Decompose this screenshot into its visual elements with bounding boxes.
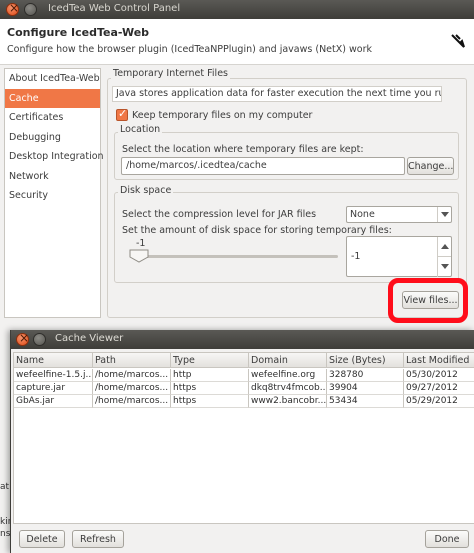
- cell-type: https: [171, 382, 249, 395]
- cache-viewer-titlebar[interactable]: Cache Viewer: [11, 330, 474, 349]
- column-header-name[interactable]: Name: [14, 353, 93, 367]
- cache-viewer-title: Cache Viewer: [55, 333, 124, 344]
- column-header-domain[interactable]: Domain: [249, 353, 327, 367]
- icedtea-logo-icon: [450, 33, 466, 49]
- window-minimize-icon[interactable]: [24, 3, 37, 16]
- section-title: Temporary Internet Files: [111, 68, 230, 79]
- cell-type: https: [171, 395, 249, 408]
- disk-space-spinner[interactable]: -1: [346, 236, 452, 277]
- background-text-2: kir: [0, 517, 10, 527]
- sidebar-item-debugging[interactable]: Debugging: [5, 128, 100, 148]
- cache-path-field[interactable]: /home/marcos/.icedtea/cache: [121, 157, 405, 175]
- background-text-3: ns: [0, 529, 10, 539]
- slider-value-label: -1: [136, 238, 146, 249]
- window-minimize-icon[interactable]: [33, 333, 46, 346]
- sidebar-item-about[interactable]: About IcedTea-Web: [5, 69, 100, 89]
- cell-domain: www2.bancobr...: [249, 395, 327, 408]
- settings-sidebar: About IcedTea-Web Cache Certificates Deb…: [4, 68, 104, 318]
- sidebar-item-certificates[interactable]: Certificates: [5, 108, 100, 128]
- compression-value: None: [350, 209, 375, 220]
- cache-table[interactable]: Name Path Type Domain Size (Bytes) Last …: [13, 352, 474, 524]
- window-title: IcedTea Web Control Panel: [48, 3, 181, 14]
- cell-path: /home/marcos...: [93, 382, 171, 395]
- background-text-1: at: [0, 482, 10, 492]
- cell-domain: dkq8trv4fmcob...: [249, 382, 327, 395]
- cell-last-modified: 05/29/2012: [404, 395, 474, 408]
- cell-domain: wefeelfine.org: [249, 369, 327, 382]
- spinner-value: -1: [351, 251, 361, 262]
- cell-path: /home/marcos...: [93, 369, 171, 382]
- change-location-button[interactable]: Change...: [407, 157, 454, 175]
- cell-last-modified: 05/30/2012: [404, 369, 474, 382]
- table-row[interactable]: wefeelfine-1.5.j... /home/marcos... http…: [14, 369, 474, 382]
- spinner-up-icon[interactable]: [437, 237, 451, 257]
- column-header-size[interactable]: Size (Bytes): [327, 353, 404, 367]
- table-header: Name Path Type Domain Size (Bytes) Last …: [14, 353, 474, 368]
- cache-viewer-window: Cache Viewer Name Path Type Domain Size …: [10, 330, 474, 553]
- refresh-button[interactable]: Refresh: [72, 530, 124, 548]
- background-window-fragment: at kir ns: [0, 460, 10, 553]
- page-title: Configure IcedTea-Web: [7, 26, 150, 39]
- disk-space-slider-thumb[interactable]: [129, 249, 149, 263]
- compression-select[interactable]: None: [346, 206, 452, 223]
- cell-size: 53434: [327, 395, 404, 408]
- sidebar-item-network[interactable]: Network: [5, 167, 100, 187]
- delete-button[interactable]: Delete: [19, 530, 65, 548]
- cell-name: capture.jar: [14, 382, 93, 395]
- sidebar-item-cache[interactable]: Cache: [5, 88, 100, 108]
- cell-name: GbAs.jar: [14, 395, 93, 408]
- sidebar-item-desktop-integration[interactable]: Desktop Integration: [5, 147, 104, 167]
- keep-files-label: Keep temporary files on my computer: [132, 110, 313, 121]
- table-row[interactable]: capture.jar /home/marcos... https dkq8tr…: [14, 382, 474, 395]
- info-text: Java stores application data for faster …: [112, 86, 442, 102]
- cell-path: /home/marcos...: [93, 395, 171, 408]
- cell-type: http: [171, 369, 249, 382]
- disk-space-title: Disk space: [118, 185, 174, 196]
- column-header-path[interactable]: Path: [93, 353, 171, 367]
- column-header-last-modified[interactable]: Last Modified: [404, 353, 474, 367]
- keep-files-checkbox[interactable]: [116, 107, 128, 121]
- table-row[interactable]: GbAs.jar /home/marcos... https www2.banc…: [14, 395, 474, 408]
- location-title: Location: [118, 124, 163, 135]
- disk-amount-label: Set the amount of disk space for storing…: [122, 225, 392, 236]
- sidebar-item-security[interactable]: Security: [5, 186, 100, 206]
- cell-size: 39904: [327, 382, 404, 395]
- cell-name: wefeelfine-1.5.j...: [14, 369, 93, 382]
- window-close-icon[interactable]: [16, 331, 29, 346]
- cell-size: 328780: [327, 369, 404, 382]
- panel-header: Configure IcedTea-Web Configure how the …: [0, 19, 474, 65]
- location-prompt: Select the location where temporary file…: [122, 144, 364, 155]
- window-close-icon[interactable]: [6, 1, 19, 16]
- done-button[interactable]: Done: [425, 530, 469, 548]
- column-header-type[interactable]: Type: [171, 353, 249, 367]
- compression-label: Select the compression level for JAR fil…: [122, 209, 317, 220]
- cell-last-modified: 09/27/2012: [404, 382, 474, 395]
- disk-space-slider-track[interactable]: [131, 255, 338, 258]
- chevron-down-icon: [437, 207, 451, 222]
- spinner-down-icon[interactable]: [437, 257, 451, 277]
- page-subtitle: Configure how the browser plugin (IcedTe…: [7, 44, 372, 55]
- control-panel-titlebar[interactable]: IcedTea Web Control Panel: [0, 0, 474, 19]
- red-highlight-annotation: [388, 278, 468, 323]
